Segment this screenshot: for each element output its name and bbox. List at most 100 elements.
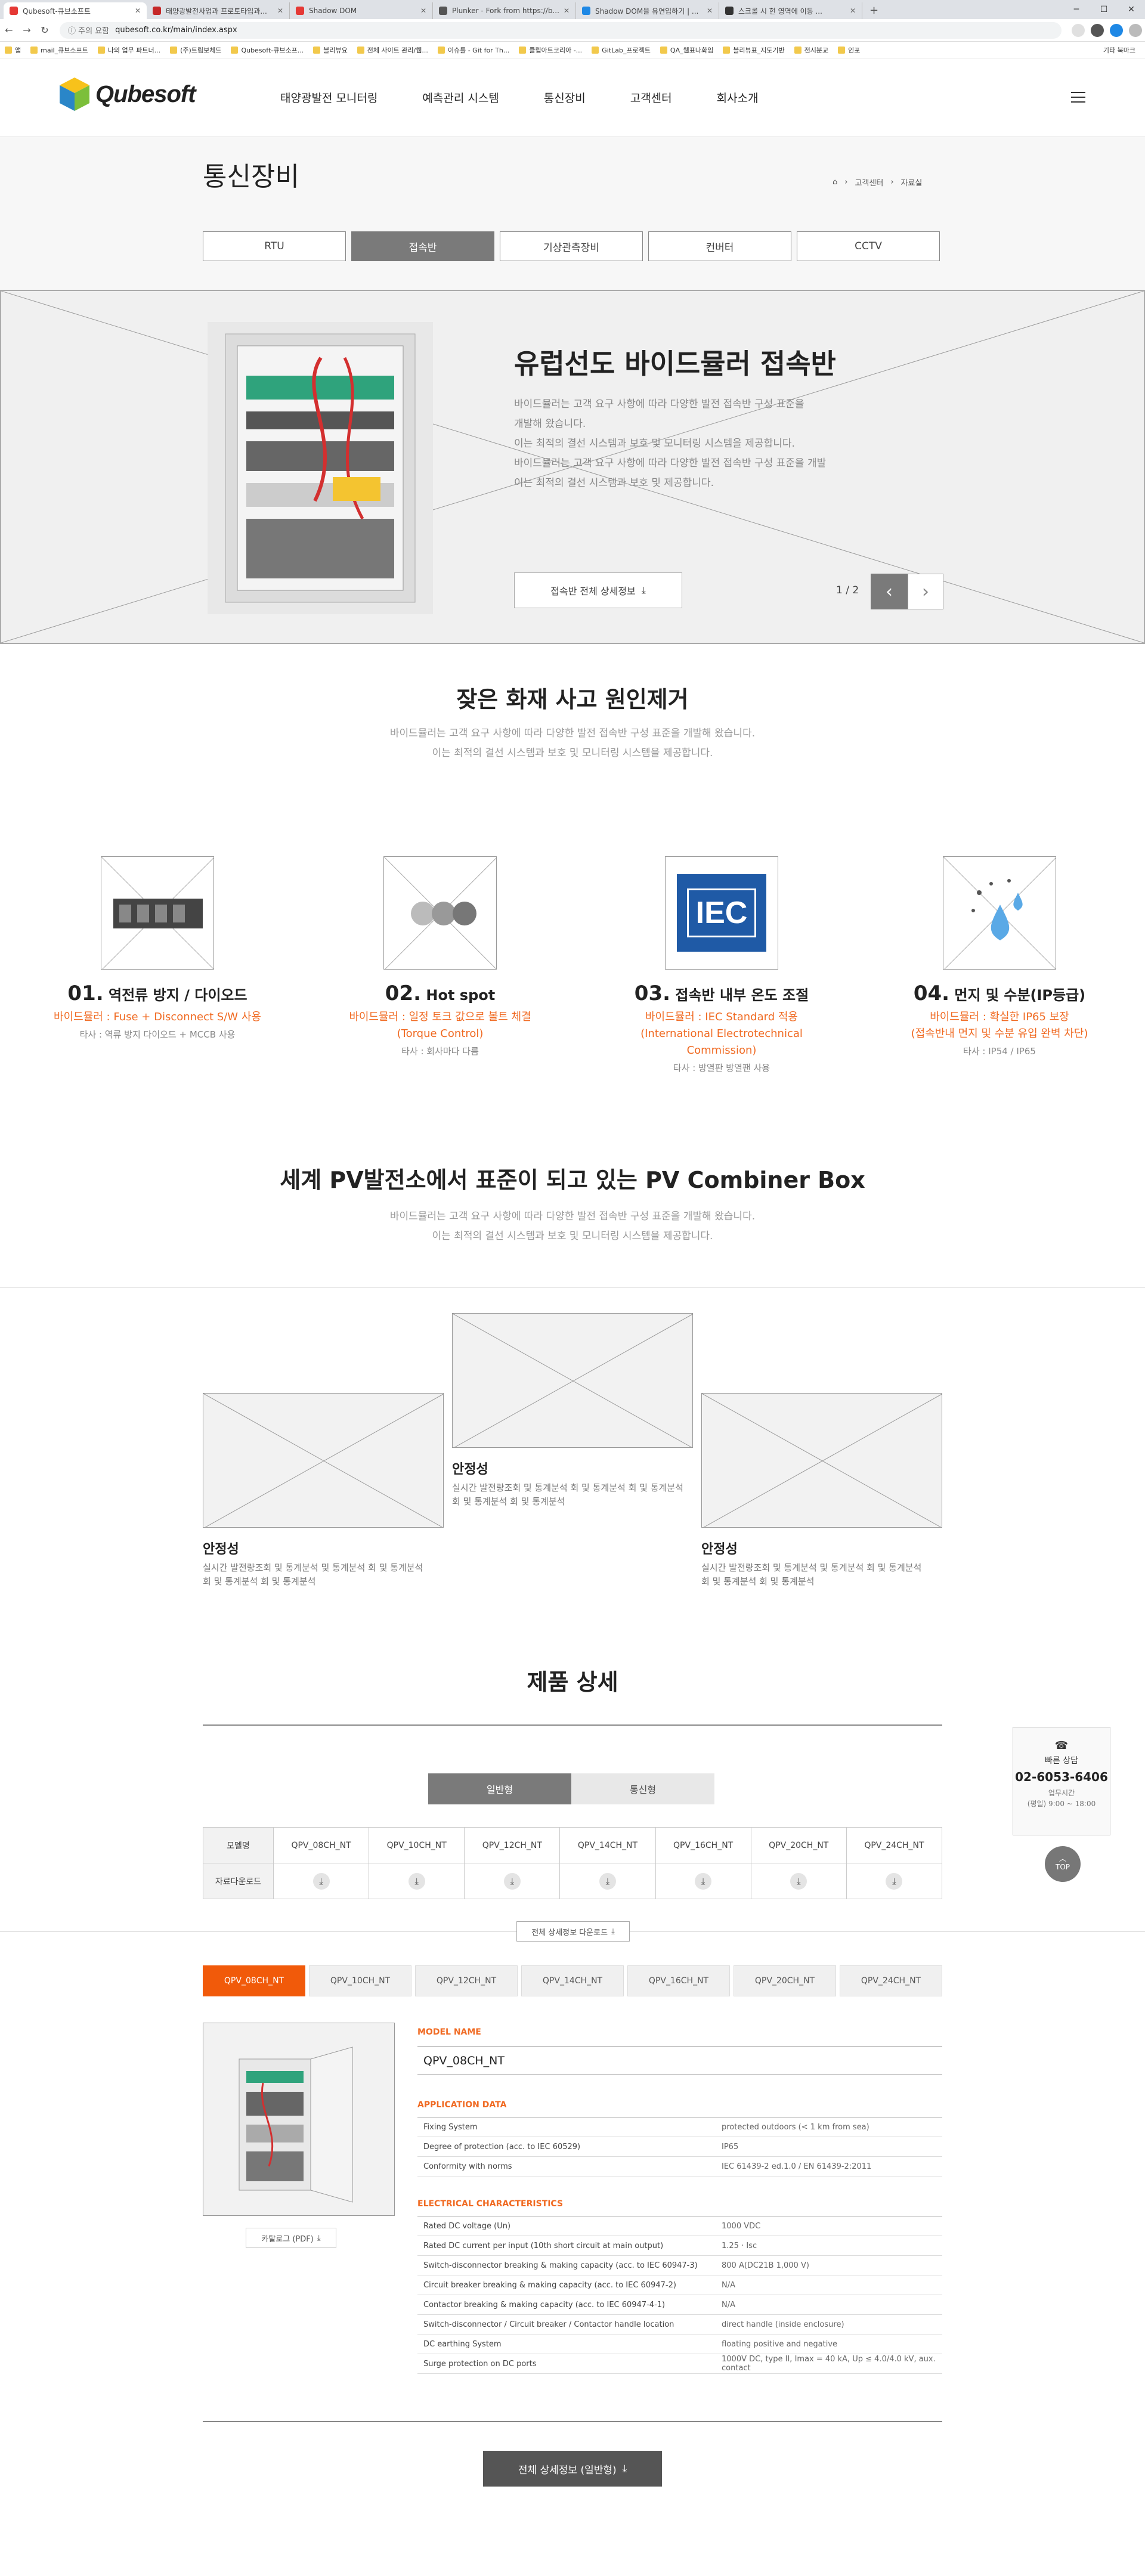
- back-icon[interactable]: ←: [0, 24, 18, 36]
- tab-weather[interactable]: 기상관측장비: [500, 231, 643, 261]
- download-icon: ⤓: [622, 2463, 627, 2475]
- maximize-icon[interactable]: ☐: [1090, 5, 1118, 14]
- bookmark-item[interactable]: 블리뷰표_지도기반: [723, 45, 785, 55]
- nav-item-support[interactable]: 고객센터: [630, 89, 672, 106]
- menu-icon[interactable]: [1129, 23, 1142, 37]
- close-tab-icon[interactable]: ✕: [564, 7, 570, 15]
- model-tab[interactable]: QPV_10CH_NT: [309, 1965, 411, 1996]
- bookmark-icon: [519, 46, 527, 54]
- feature-title: 01. 역전류 방지 / 다이오드: [44, 982, 271, 1005]
- model-cell: QPV_24CH_NT: [846, 1827, 943, 1863]
- profile-avatar[interactable]: [1110, 23, 1123, 37]
- bookmark-icon: [592, 46, 599, 54]
- iec-logo-text: IEC: [686, 888, 757, 937]
- tab-communication[interactable]: 통신형: [571, 1773, 714, 1804]
- model-tab[interactable]: QPV_20CH_NT: [734, 1965, 836, 1996]
- extension-icon[interactable]: [1091, 23, 1104, 37]
- electrical-label: ELECTRICAL CHARACTERISTICS: [417, 2199, 564, 2209]
- star-icon[interactable]: [1072, 23, 1085, 37]
- fuse-image: [101, 856, 214, 970]
- tab-rtu[interactable]: RTU: [203, 231, 346, 261]
- catalog-button[interactable]: 카탈로그 (PDF) ⤓: [246, 2228, 336, 2248]
- home-icon[interactable]: ⌂: [833, 178, 837, 187]
- card-title: 안정성: [701, 1542, 738, 1557]
- forward-icon[interactable]: →: [18, 24, 36, 36]
- hamburger-menu-icon[interactable]: [1071, 92, 1085, 103]
- nav-item-equipment[interactable]: 통신장비: [544, 89, 586, 106]
- feature-highlight: 바이드뮬러 : IEC Standard 적용 (International El…: [608, 1009, 835, 1059]
- download-icon[interactable]: ⤓: [599, 1872, 616, 1890]
- reload-icon[interactable]: ↻: [36, 24, 54, 36]
- model-tab[interactable]: QPV_24CH_NT: [840, 1965, 942, 1996]
- tab-combiner[interactable]: 접속반: [351, 231, 494, 261]
- model-tab[interactable]: QPV_16CH_NT: [627, 1965, 730, 1996]
- download-icon[interactable]: ⤓: [695, 1872, 712, 1890]
- feature-highlight: 바이드뮬러 : Fuse + Disconnect S/W 사용: [44, 1009, 271, 1026]
- scroll-top-button[interactable]: ︿ TOP: [1045, 1846, 1081, 1882]
- browser-tab[interactable]: Plunker - Fork from https://b... ✕: [433, 2, 576, 19]
- bookmark-item[interactable]: mail_큐브소프트: [30, 45, 88, 55]
- bookmark-item[interactable]: 전체 사이트 관리/웹...: [357, 45, 428, 55]
- omnibox[interactable]: ⓘ 주의 요함 qubesoft.co.kr/main/index.aspx: [60, 21, 1062, 39]
- bookmark-item[interactable]: 이슈를 - Git for Th...: [437, 45, 509, 55]
- close-tab-icon[interactable]: ✕: [277, 7, 283, 15]
- download-icon[interactable]: ⤓: [312, 1872, 330, 1890]
- new-tab-button[interactable]: +: [869, 4, 878, 17]
- nav-item-monitoring[interactable]: 태양광발전 모니터링: [280, 89, 377, 106]
- browser-tab[interactable]: 태양광발전사업과 프로토타입과... ✕: [147, 2, 290, 19]
- bookmark-item[interactable]: QA_웹표나화임: [660, 45, 713, 55]
- bookmark-item[interactable]: 클립아트코리아 -...: [519, 45, 582, 55]
- close-tab-icon[interactable]: ✕: [135, 7, 141, 15]
- hero-detail-label: 접속반 전체 상세정보: [550, 586, 636, 597]
- browser-tab[interactable]: Qubesoft-큐브소프트 ✕: [4, 2, 147, 19]
- quick-consult[interactable]: ☎ 빠른 상담 02-6053-6406 업무시간 (평일) 9:00 ~ 18:…: [1013, 1727, 1110, 1835]
- download-icon[interactable]: ⤓: [790, 1872, 807, 1890]
- bookmark-item[interactable]: 앱: [5, 45, 21, 55]
- security-indicator[interactable]: ⓘ 주의 요함: [68, 24, 109, 36]
- breadcrumb-item[interactable]: 자료실: [901, 177, 923, 188]
- close-tab-icon[interactable]: ✕: [707, 7, 713, 15]
- bookmark-item[interactable]: (주)트림보체드: [170, 45, 221, 55]
- close-tab-icon[interactable]: ✕: [850, 7, 856, 15]
- tab-converter[interactable]: 컨버터: [648, 231, 791, 261]
- bookmark-item[interactable]: 나의 업무 파트너...: [97, 45, 161, 55]
- nav-item-company[interactable]: 회사소개: [717, 89, 759, 106]
- bookmark-item[interactable]: 전시분교: [794, 45, 828, 55]
- bookmark-item[interactable]: GitLab_프로젝트: [592, 45, 651, 55]
- bookmark-item[interactable]: 블리뷰요: [313, 45, 348, 55]
- breadcrumb-item[interactable]: 고객센터: [855, 177, 883, 188]
- slide-next-button[interactable]: ›: [908, 574, 943, 609]
- feature-title-text: Hot spot: [426, 987, 496, 1004]
- tab-general[interactable]: 일반형: [428, 1773, 571, 1804]
- model-tab[interactable]: QPV_14CH_NT: [521, 1965, 624, 1996]
- quick-label: 빠른 상담: [1045, 1756, 1078, 1766]
- hero-detail-button[interactable]: 접속반 전체 상세정보 ⤓: [514, 572, 682, 608]
- model-tab[interactable]: QPV_08CH_NT: [203, 1965, 305, 1996]
- minimize-icon[interactable]: ─: [1063, 5, 1090, 14]
- slide-prev-button[interactable]: ‹: [871, 574, 908, 609]
- tab-cctv[interactable]: CCTV: [797, 231, 940, 261]
- nav-item-prediction[interactable]: 예측관리 시스템: [422, 89, 499, 106]
- browser-tab[interactable]: Shadow DOM ✕: [290, 2, 433, 19]
- browser-tab[interactable]: 스크롤 시 현 영역에 이동 ... ✕: [719, 2, 862, 19]
- browser-tab[interactable]: Shadow DOM을 유연입하기 | ... ✕: [576, 2, 719, 19]
- download-icon[interactable]: ⤓: [408, 1872, 425, 1890]
- bookmark-label: 나의 업무 파트너...: [107, 46, 161, 54]
- bookmark-item[interactable]: Qubesoft-큐브소프...: [231, 45, 304, 55]
- bookmark-icon: [437, 46, 445, 54]
- bookmark-item[interactable]: 인포: [838, 45, 860, 55]
- bookmark-label: 앱: [15, 46, 21, 54]
- spec-value: 1000V DC, type II, Imax = 40 kA, Up ≤ 4.…: [716, 2354, 942, 2374]
- close-tab-icon[interactable]: ✕: [420, 7, 426, 15]
- full-download-button[interactable]: 전체 상세정보 다운로드 ⤓: [516, 1921, 630, 1942]
- download-icon[interactable]: ⤓: [503, 1872, 521, 1890]
- full-detail-button[interactable]: 전체 상세정보 (일반형) ⤓: [483, 2451, 662, 2487]
- feature-title: 04. 먼지 및 수분(IP등급): [886, 982, 1113, 1005]
- spec-value: IEC 61439-2 ed.1.0 / EN 61439-2:2011: [716, 2156, 942, 2176]
- other-bookmarks[interactable]: 기타 북마크: [1103, 45, 1135, 55]
- close-window-icon[interactable]: ✕: [1118, 5, 1145, 14]
- model-tab[interactable]: QPV_12CH_NT: [415, 1965, 518, 1996]
- row-header: 자료다운로드: [203, 1863, 274, 1899]
- download-icon[interactable]: ⤓: [886, 1872, 903, 1890]
- logo[interactable]: Qubesoft: [58, 76, 196, 112]
